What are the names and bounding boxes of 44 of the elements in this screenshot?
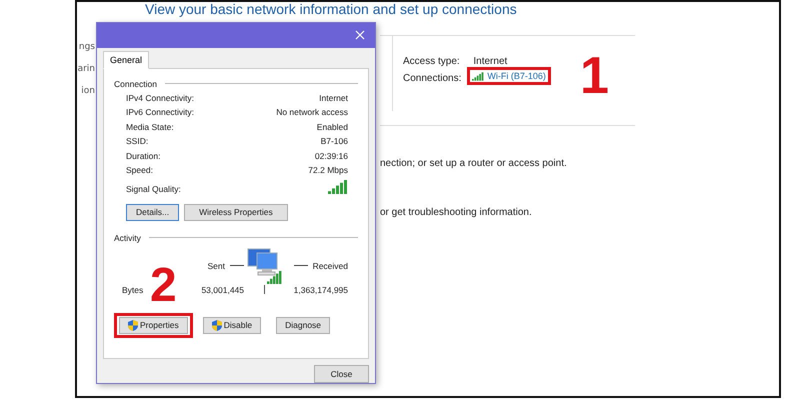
field-label: Duration: xyxy=(126,150,160,161)
signal-bars-icon xyxy=(472,72,484,80)
step-number: 2 xyxy=(150,262,177,310)
signal-bars-icon xyxy=(328,180,348,194)
sidebar-link[interactable]: ngs xyxy=(78,42,95,52)
access-type-value: Internet xyxy=(473,56,508,67)
task-description: nection; or set up a router or access point. xyxy=(380,158,568,169)
field-label: IPv6 Connectivity: xyxy=(126,107,194,118)
dialog-button[interactable]: Details... xyxy=(126,204,180,221)
sidebar-link[interactable]: arin xyxy=(78,64,95,74)
field-value: 72.2 Mbps xyxy=(308,165,348,176)
bytes-received: 1,363,174,995 xyxy=(292,284,348,295)
field-value: B7-106 xyxy=(320,136,348,146)
group-title: Activity xyxy=(114,232,141,243)
field-label: IPv4 Connectivity: xyxy=(126,92,194,103)
close-button[interactable]: Close xyxy=(314,365,369,383)
field-value: 02:39:16 xyxy=(314,150,348,161)
wifi-connection-link[interactable]: Wi-Fi (B7-106) xyxy=(472,71,546,81)
received-label: Received xyxy=(312,260,348,271)
field-label: Signal Quality: xyxy=(126,184,181,194)
dialog-button[interactable]: Disable xyxy=(202,316,262,334)
task-description: or get troubleshooting information. xyxy=(380,207,533,218)
field-value: Enabled xyxy=(316,122,348,132)
step-number: 1 xyxy=(580,50,609,102)
field-label: Media State: xyxy=(126,122,174,132)
dialog-button[interactable]: Properties xyxy=(119,316,188,334)
sent-label: Sent xyxy=(208,260,225,271)
dialog-tab[interactable]: General xyxy=(103,50,150,69)
group-title: Connection xyxy=(114,78,158,89)
bytes-sent: 53,001,445 xyxy=(200,284,244,295)
network-computer-icon xyxy=(245,246,283,285)
page-heading: View your basic network information and set up connections xyxy=(144,2,518,17)
field-label: SSID: xyxy=(126,136,148,146)
dialog-button[interactable]: Diagnose xyxy=(276,316,330,334)
connections-label: Connections: xyxy=(403,72,462,84)
field-label: Speed: xyxy=(126,165,153,176)
bytes-label: Bytes xyxy=(122,284,144,295)
dialog-button[interactable]: Wireless Properties xyxy=(184,204,288,221)
field-value: Internet xyxy=(319,92,348,103)
close-icon[interactable] xyxy=(355,30,365,40)
field-value: No network access xyxy=(276,107,348,118)
access-type-label: Access type: xyxy=(403,56,460,67)
link-text[interactable]: Wi-Fi (B7-106) xyxy=(487,71,546,81)
sidebar-link[interactable]: ion xyxy=(81,86,95,96)
